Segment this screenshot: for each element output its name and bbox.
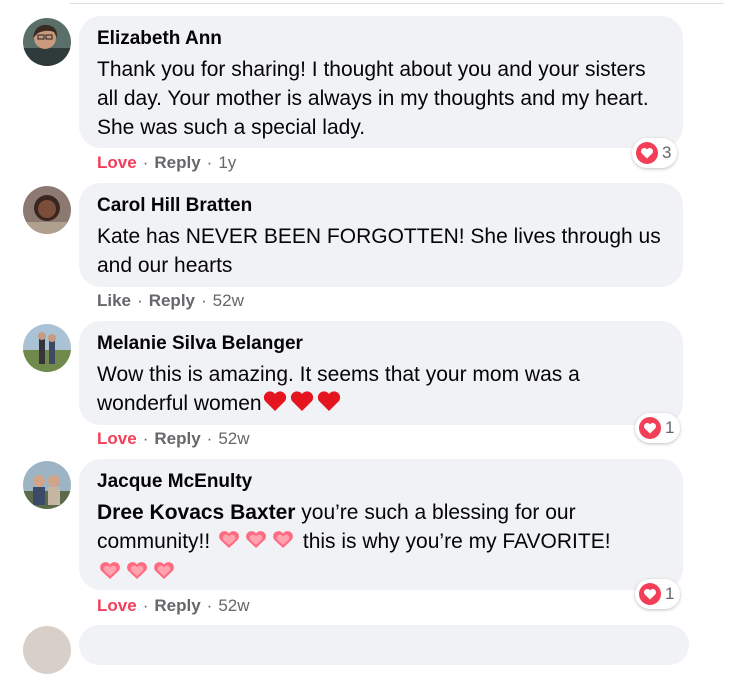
heart-icon [636, 142, 658, 164]
comment-author[interactable]: Melanie Silva Belanger [97, 333, 303, 355]
love-button[interactable]: Love [97, 153, 137, 172]
comment-text: Wow this is amazing. It seems that your … [97, 360, 657, 420]
reaction-badge[interactable]: 1 [635, 579, 681, 609]
reply-button[interactable]: Reply [154, 596, 200, 615]
comment-actions: Love · Reply · 52w [97, 429, 250, 449]
tagged-user-link[interactable]: Dree Kovacs Baxter [97, 501, 295, 524]
reaction-badge[interactable]: 1 [635, 413, 681, 443]
avatar[interactable] [23, 186, 71, 234]
separator: · [142, 153, 149, 172]
comment-actions: Like · Reply · 52w [97, 291, 244, 311]
pink-heart-emoji-icon [127, 562, 147, 579]
comment-bubble: Melanie Silva Belanger Wow this is amazi… [79, 321, 683, 425]
heart-emoji-group [97, 559, 178, 589]
separator: · [206, 153, 213, 172]
comment-text: Kate has NEVER BEEN FORGOTTEN! She lives… [97, 225, 661, 277]
separator: · [142, 596, 149, 615]
avatar[interactable] [23, 18, 71, 66]
comment-bubble: Carol Hill Bratten Kate has NEVER BEEN F… [79, 183, 683, 287]
avatar[interactable] [23, 626, 71, 674]
timestamp[interactable]: 1y [218, 153, 236, 172]
pink-heart-emoji-icon [246, 531, 266, 548]
love-button[interactable]: Love [97, 429, 137, 448]
red-heart-emoji-icon [290, 391, 313, 411]
reaction-badge[interactable]: 3 [632, 138, 678, 168]
comment-text: Thank you for sharing! I thought about y… [97, 58, 649, 139]
heart-icon [639, 583, 661, 605]
timestamp[interactable]: 52w [213, 291, 244, 310]
timestamp[interactable]: 52w [218, 596, 249, 615]
comment-author[interactable]: Jacque McEnulty [97, 471, 252, 493]
reaction-count: 1 [665, 584, 675, 603]
timestamp[interactable]: 52w [218, 429, 249, 448]
separator: · [206, 429, 213, 448]
pink-heart-emoji-icon [219, 531, 239, 548]
separator: · [201, 291, 207, 310]
red-heart-emoji-icon [317, 391, 340, 411]
red-heart-emoji-icon [263, 391, 286, 411]
separator: · [142, 429, 149, 448]
comment-text-part: this is why you’re my FAVORITE! [297, 530, 611, 553]
comment-bubble: Jacque McEnulty Dree Kovacs Baxter you’r… [79, 459, 683, 590]
separator: · [206, 596, 213, 615]
like-button[interactable]: Like [97, 291, 131, 310]
reply-button[interactable]: Reply [154, 153, 200, 172]
reply-button[interactable]: Reply [154, 429, 200, 448]
heart-icon [639, 417, 661, 439]
pink-heart-emoji-icon [273, 531, 293, 548]
pink-heart-emoji-icon [154, 562, 174, 579]
comment-actions: Love · Reply · 1y [97, 153, 236, 173]
comment-bubble [79, 625, 689, 665]
heart-emoji-group [216, 528, 297, 558]
comment-author[interactable]: Elizabeth Ann [97, 28, 222, 50]
avatar[interactable] [23, 324, 71, 372]
comment-text: Dree Kovacs Baxter you’re such a blessin… [97, 498, 667, 589]
heart-emoji-group [262, 390, 343, 420]
top-divider [70, 3, 724, 4]
avatar[interactable] [23, 461, 71, 509]
separator: · [137, 291, 143, 310]
love-button[interactable]: Love [97, 596, 137, 615]
pink-heart-emoji-icon [100, 562, 120, 579]
comment-author[interactable]: Carol Hill Bratten [97, 195, 252, 217]
comment-bubble: Elizabeth Ann Thank you for sharing! I t… [79, 16, 683, 148]
reply-button[interactable]: Reply [149, 291, 195, 310]
reaction-count: 3 [662, 143, 672, 162]
comment-actions: Love · Reply · 52w [97, 596, 250, 616]
reaction-count: 1 [665, 418, 675, 437]
